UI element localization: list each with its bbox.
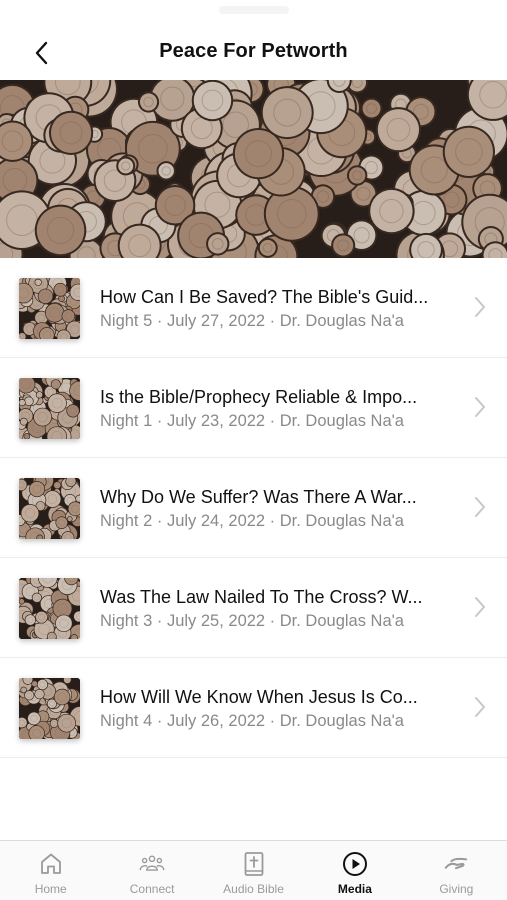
play-circle-icon: [342, 851, 368, 877]
thumbnail-image: [19, 478, 80, 539]
navigation-bar: Peace For Petworth: [0, 26, 507, 80]
list-item[interactable]: How Will We Know When Jesus Is Co... Nig…: [0, 658, 507, 758]
hero-banner-image: [0, 80, 507, 258]
tab-label: Audio Bible: [223, 882, 284, 896]
item-title: How Can I Be Saved? The Bible's Guid...: [100, 287, 429, 307]
thumbnail-image: [19, 578, 80, 639]
tab-media[interactable]: Media: [304, 841, 405, 900]
list-item[interactable]: Was The Law Nailed To The Cross? W... Ni…: [0, 558, 507, 658]
tab-audio-bible[interactable]: Audio Bible: [203, 841, 304, 900]
item-title: Why Do We Suffer? Was There A War...: [100, 487, 417, 507]
item-meta: Night 2 · July 24, 2022 · Dr. Douglas Na…: [100, 512, 404, 530]
item-meta: Night 3 · July 25, 2022 · Dr. Douglas Na…: [100, 612, 404, 630]
status-bar: [0, 0, 507, 26]
tab-bar: Home Connect Audio Bible Media Giving: [0, 840, 507, 900]
media-list: How Can I Be Saved? The Bible's Guid... …: [0, 258, 507, 758]
list-item[interactable]: Why Do We Suffer? Was There A War... Nig…: [0, 458, 507, 558]
item-meta: Night 1 · July 23, 2022 · Dr. Douglas Na…: [100, 412, 404, 430]
tab-label: Connect: [129, 882, 175, 896]
tab-label: Media: [337, 882, 372, 896]
tab-label: Home: [34, 882, 67, 896]
thumbnail-image: [19, 678, 80, 739]
tab-home[interactable]: Home: [0, 841, 101, 900]
chevron-right-icon: [475, 297, 485, 317]
list-item[interactable]: Is the Bible/Prophecy Reliable & Impo...…: [0, 358, 507, 458]
item-title: Was The Law Nailed To The Cross? W...: [100, 587, 423, 607]
item-meta: Night 4 · July 26, 2022 · Dr. Douglas Na…: [100, 712, 404, 730]
chevron-right-icon: [475, 397, 485, 417]
chevron-right-icon: [475, 597, 485, 617]
item-title: How Will We Know When Jesus Is Co...: [100, 687, 418, 707]
page-title: Peace For Petworth: [159, 40, 348, 62]
item-meta: Night 5 · July 27, 2022 · Dr. Douglas Na…: [100, 312, 404, 330]
tab-giving[interactable]: Giving: [406, 841, 507, 900]
chevron-right-icon: [475, 497, 485, 517]
bible-icon: [241, 851, 267, 877]
thumbnail-image: [19, 278, 80, 339]
list-item[interactable]: How Can I Be Saved? The Bible's Guid... …: [0, 258, 507, 358]
home-icon: [38, 851, 64, 877]
item-title: Is the Bible/Prophecy Reliable & Impo...: [100, 387, 418, 407]
tab-connect[interactable]: Connect: [101, 841, 202, 900]
chevron-right-icon: [475, 697, 485, 717]
tab-label: Giving: [439, 882, 474, 896]
giving-hand-icon: [443, 851, 469, 877]
status-bar-notch: [218, 6, 289, 14]
people-icon: [139, 851, 165, 877]
thumbnail-image: [19, 378, 80, 439]
